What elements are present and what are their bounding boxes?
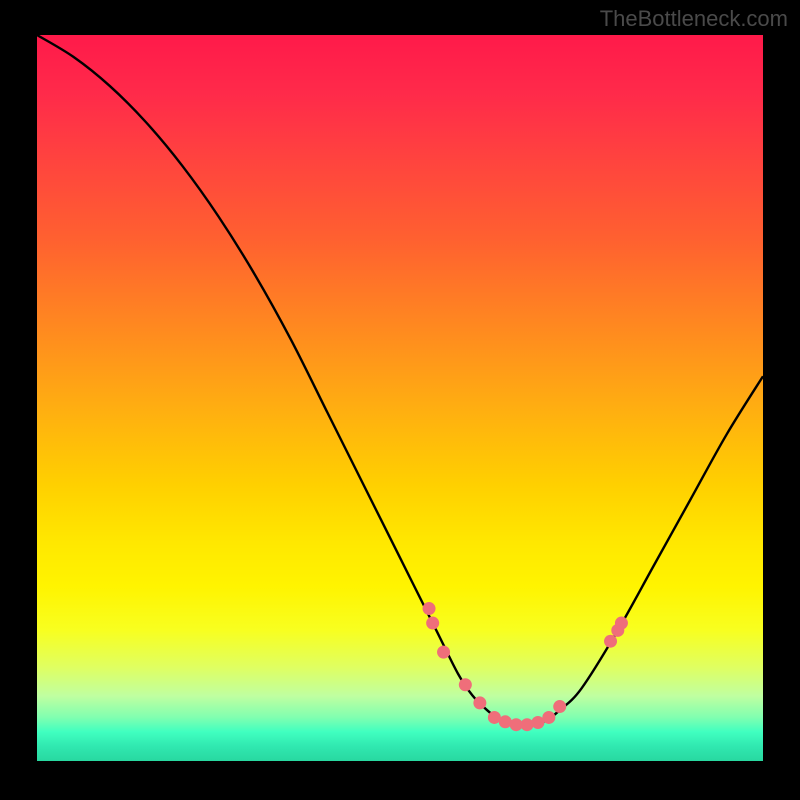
curve-marker: [459, 678, 472, 691]
curve-marker: [499, 715, 512, 728]
curve-marker: [542, 711, 555, 724]
curve-marker: [423, 602, 436, 615]
chart-container: TheBottleneck.com: [0, 0, 800, 800]
chart-svg: [37, 35, 763, 761]
curve-marker: [553, 700, 566, 713]
curve-marker: [473, 696, 486, 709]
plot-area: [37, 35, 763, 761]
curve-marker: [437, 646, 450, 659]
curve-marker: [615, 617, 628, 630]
curve-marker: [426, 617, 439, 630]
curve-marker: [521, 718, 534, 731]
watermark-text: TheBottleneck.com: [600, 6, 788, 32]
bottleneck-curve: [37, 35, 763, 725]
curve-marker: [604, 635, 617, 648]
